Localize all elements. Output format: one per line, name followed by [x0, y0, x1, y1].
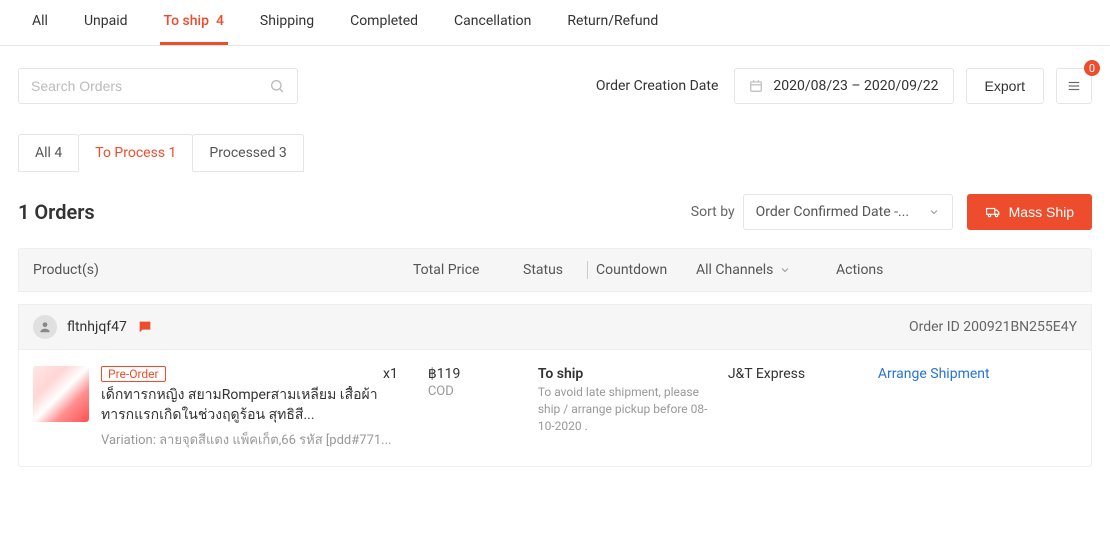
col-countdown: Countdown	[596, 262, 696, 278]
mass-ship-button[interactable]: Mass Ship	[967, 194, 1092, 230]
subtab-all[interactable]: All 4	[18, 134, 79, 172]
tab-shipping[interactable]: Shipping	[256, 0, 318, 45]
tab-to-ship[interactable]: To ship 4	[160, 0, 228, 45]
tab-all[interactable]: All	[28, 0, 52, 45]
product-name[interactable]: เด็กทารกหญิง สยามRomperสามเหลี่ยม เสื้อผ…	[101, 386, 403, 425]
tab-completed[interactable]: Completed	[346, 0, 422, 45]
tab-count: 4	[216, 13, 224, 29]
export-label: Export	[985, 78, 1025, 94]
subtab-label: All 4	[35, 145, 62, 161]
tab-label: Return/Refund	[567, 13, 658, 29]
sort-label: Sort by	[691, 204, 735, 220]
subtab-processed[interactable]: Processed 3	[192, 134, 303, 172]
tab-label: Unpaid	[84, 13, 128, 29]
tab-label: All	[32, 13, 48, 29]
chat-icon[interactable]	[137, 319, 153, 335]
status-cell: To ship To avoid late shipment, please s…	[538, 366, 728, 450]
top-tabs: All Unpaid To ship 4 Shipping Completed …	[0, 0, 1110, 46]
order-card: fltnhjqf47 Order ID 200921BN255E4Y Pre-O…	[18, 304, 1092, 467]
date-range-text: 2020/08/23 – 2020/09/22	[773, 78, 938, 94]
orders-header: 1 Orders Sort by Order Confirmed Date -.…	[0, 172, 1110, 240]
status-title: To ship	[538, 366, 728, 382]
arrange-shipment-link[interactable]: Arrange Shipment	[878, 366, 990, 382]
col-products: Product(s)	[33, 262, 413, 278]
order-body: Pre-Order เด็กทารกหญิง สยามRomperสามเหลี…	[19, 350, 1091, 466]
tab-label: Cancellation	[454, 13, 531, 29]
sort-select[interactable]: Order Confirmed Date -...	[743, 194, 953, 230]
export-button[interactable]: Export	[966, 68, 1044, 104]
sub-tabs: All 4 To Process 1 Processed 3	[0, 104, 1110, 172]
menu-wrap: 0	[1056, 68, 1092, 104]
col-channel-label: All Channels	[696, 262, 773, 278]
price: ฿119	[428, 366, 538, 382]
channel-cell: J&T Express	[728, 366, 878, 450]
notification-badge: 0	[1084, 60, 1100, 76]
avatar	[33, 315, 57, 339]
chevron-down-icon	[928, 206, 940, 218]
search-input[interactable]	[31, 78, 261, 94]
creation-date-label: Order Creation Date	[596, 78, 719, 94]
mass-ship-label: Mass Ship	[1009, 204, 1074, 220]
tab-cancellation[interactable]: Cancellation	[450, 0, 535, 45]
payment-method: COD	[428, 384, 538, 399]
chevron-down-icon	[779, 264, 791, 276]
filter-row: Order Creation Date 2020/08/23 – 2020/09…	[0, 46, 1110, 104]
status-detail: To avoid late shipment, please ship / ar…	[538, 384, 718, 434]
tab-label: To ship	[164, 13, 209, 29]
quantity: x1	[383, 366, 398, 450]
col-total-price: Total Price	[413, 262, 523, 278]
username[interactable]: fltnhjqf47	[67, 319, 127, 335]
tab-label: Completed	[350, 13, 418, 29]
subtab-to-process[interactable]: To Process 1	[78, 134, 193, 172]
preorder-badge: Pre-Order	[101, 366, 166, 382]
col-status: Status	[523, 262, 583, 278]
orders-title: 1 Orders	[18, 200, 95, 224]
tab-return-refund[interactable]: Return/Refund	[563, 0, 662, 45]
subtab-label: To Process 1	[95, 145, 176, 161]
order-id: Order ID 200921BN255E4Y	[909, 319, 1077, 335]
col-divider	[587, 261, 588, 279]
table-header: Product(s) Total Price Status Countdown …	[18, 248, 1092, 292]
col-actions: Actions	[836, 262, 1077, 278]
product-variation: Variation: ลายจุดสีแดง แพ็คเก็ต,66 รหัส …	[101, 429, 403, 450]
truck-icon	[985, 205, 1001, 219]
search-icon	[269, 78, 285, 94]
tab-unpaid[interactable]: Unpaid	[80, 0, 132, 45]
order-head: fltnhjqf47 Order ID 200921BN255E4Y	[19, 304, 1091, 350]
sort-value: Order Confirmed Date -...	[756, 204, 920, 220]
product-thumbnail[interactable]	[33, 366, 89, 422]
subtab-label: Processed 3	[209, 145, 286, 161]
col-channel-filter[interactable]: All Channels	[696, 262, 836, 278]
date-range-picker[interactable]: 2020/08/23 – 2020/09/22	[734, 68, 953, 104]
product-cell: Pre-Order เด็กทารกหญิง สยามRomperสามเหลี…	[33, 366, 413, 450]
search-box[interactable]	[18, 68, 298, 104]
product-info: Pre-Order เด็กทารกหญิง สยามRomperสามเหลี…	[101, 366, 413, 450]
calendar-icon	[749, 79, 763, 93]
tab-label: Shipping	[260, 13, 314, 29]
action-cell: Arrange Shipment	[878, 366, 1077, 450]
price-cell: ฿119 COD	[428, 366, 538, 450]
